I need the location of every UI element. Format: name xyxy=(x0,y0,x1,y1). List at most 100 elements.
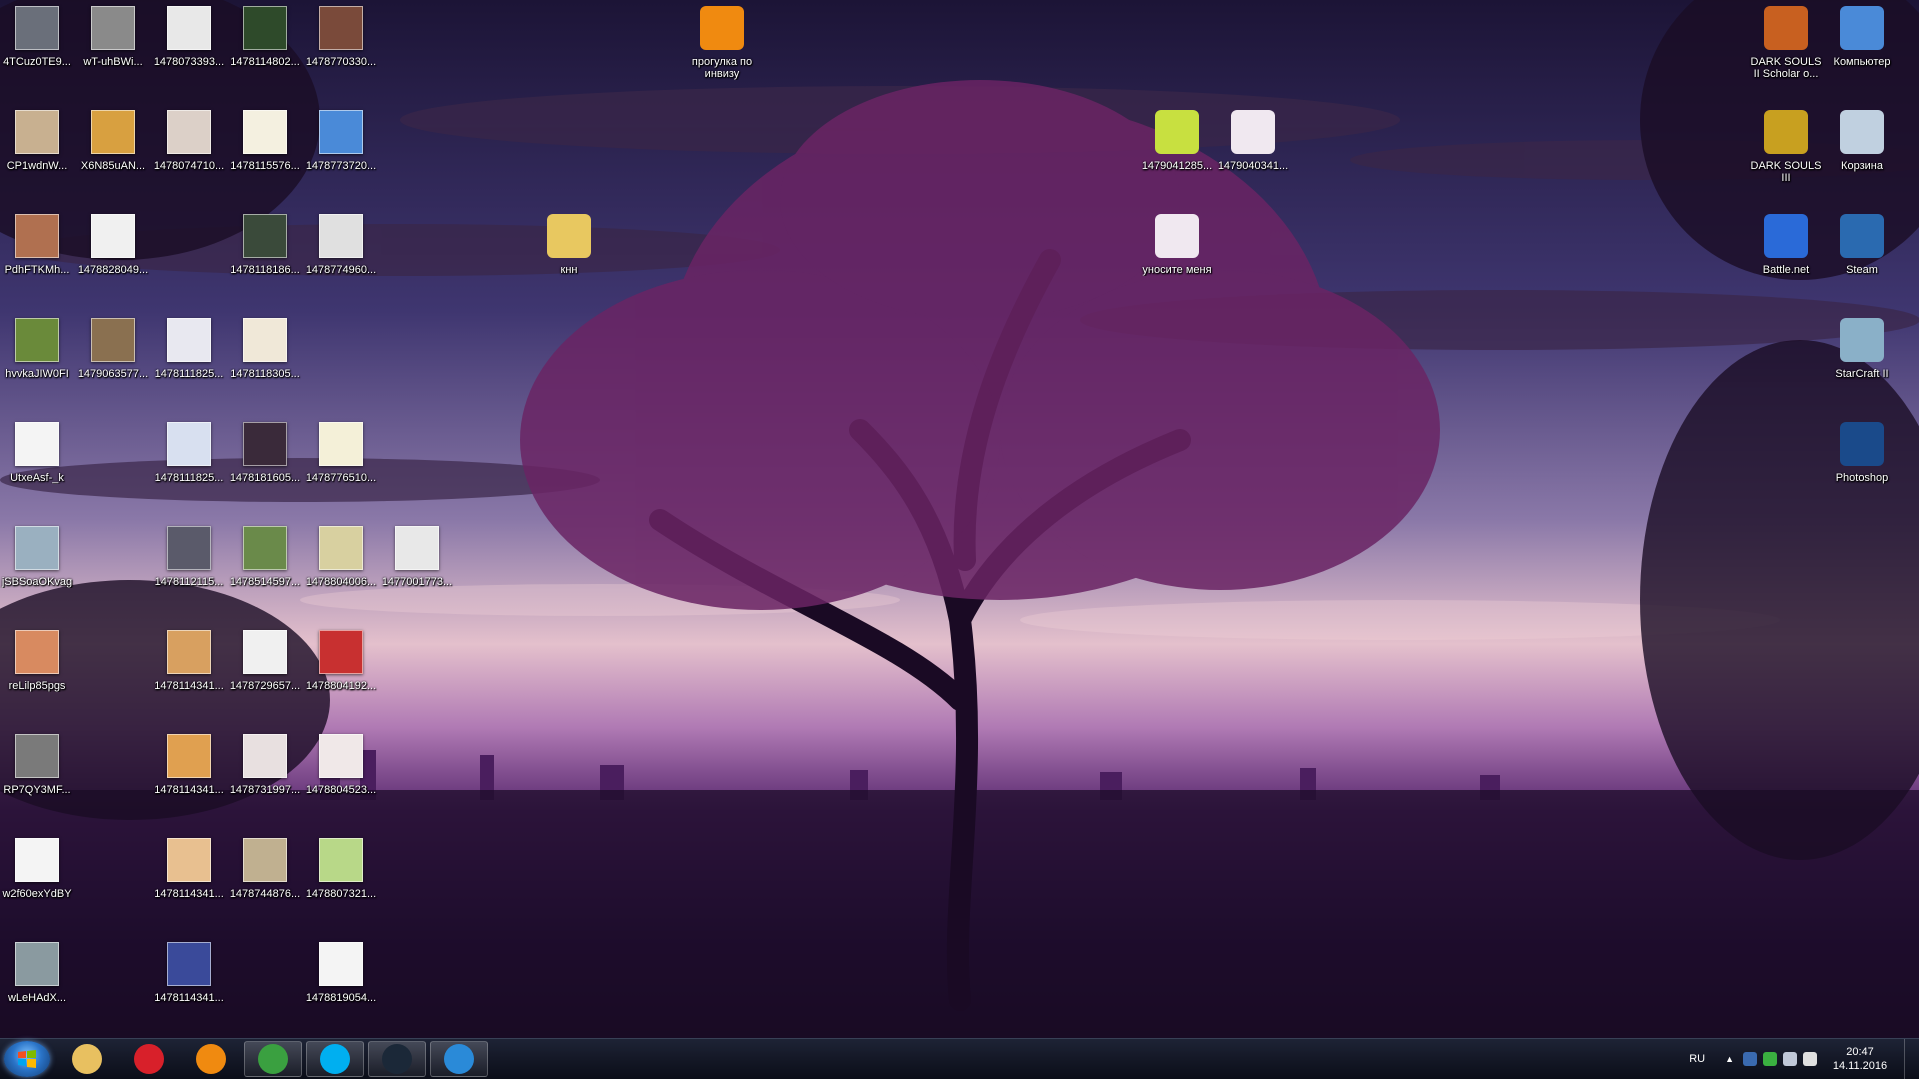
taskbar-chrome-button[interactable] xyxy=(244,1041,302,1077)
desktop-icon[interactable]: 1478073393... xyxy=(152,0,226,100)
desktop-icon[interactable]: 1478114341... xyxy=(152,936,226,1036)
desktop-icon-image xyxy=(243,838,287,882)
desktop-icon-label: 1478114341... xyxy=(154,784,224,796)
desktop-icon[interactable]: 1478514597... xyxy=(228,520,302,620)
desktop-icon[interactable]: 1478181605... xyxy=(228,416,302,516)
desktop-icon-label: DARK SOULS II Scholar o... xyxy=(1750,56,1822,80)
desktop-icon[interactable]: 1478114341... xyxy=(152,832,226,932)
desktop-icon-image xyxy=(243,6,287,50)
desktop-icon[interactable]: CP1wdnW... xyxy=(0,104,74,204)
desktop-icon[interactable]: 1478114341... xyxy=(152,728,226,828)
desktop-icon[interactable]: w2f60exYdBY xyxy=(0,832,74,932)
clock[interactable]: 20:47 14.11.2016 xyxy=(1830,1045,1890,1073)
desktop-icon[interactable]: 1478828049... xyxy=(76,208,150,308)
desktop-icon-image xyxy=(1764,110,1808,154)
desktop-icon[interactable]: 1478804006... xyxy=(304,520,378,620)
desktop-icon-image xyxy=(243,214,287,258)
desktop-icon[interactable]: 1478114341... xyxy=(152,624,226,724)
desktop-icon[interactable]: кнн xyxy=(532,208,606,308)
desktop-icon[interactable]: 1478729657... xyxy=(228,624,302,724)
desktop-icon-label: 1479063577... xyxy=(77,368,149,380)
desktop-icon[interactable]: 1478819054... xyxy=(304,936,378,1036)
desktop-icon-image xyxy=(700,6,744,50)
desktop-icon[interactable]: PdhFTKMh... xyxy=(0,208,74,308)
desktop-icon[interactable]: 1478115576... xyxy=(228,104,302,204)
volume-icon[interactable] xyxy=(1803,1052,1817,1066)
desktop-icon[interactable]: DARK SOULS II Scholar o... xyxy=(1749,0,1823,100)
taskbar-steam-button[interactable] xyxy=(368,1041,426,1077)
desktop-icon[interactable]: 4TCuz0TE9... xyxy=(0,0,74,100)
desktop-icon[interactable]: reLilp85pgs xyxy=(0,624,74,724)
desktop-icon-image xyxy=(243,630,287,674)
desktop-icon-label: 1478514597... xyxy=(229,576,301,588)
desktop-icon[interactable]: DARK SOULS III xyxy=(1749,104,1823,204)
desktop-icon[interactable]: StarCraft II xyxy=(1825,312,1899,412)
desktop-icon[interactable]: Компьютер xyxy=(1825,0,1899,100)
desktop-icon-label: 1477001773... xyxy=(381,576,453,588)
desktop-icon[interactable]: 1479041285... xyxy=(1140,104,1214,204)
desktop-icon-label: UtxeAsf-_k xyxy=(10,472,64,484)
desktop-icon-image xyxy=(319,734,363,778)
desktop-icon[interactable]: 1478731997... xyxy=(228,728,302,828)
desktop-icon[interactable]: 1478111825... xyxy=(152,416,226,516)
desktop-icon[interactable]: 1478804523... xyxy=(304,728,378,828)
desktop-icon[interactable]: hvvkaJIW0FI xyxy=(0,312,74,412)
desktop-icon[interactable]: 1478118305... xyxy=(228,312,302,412)
desktop-icon[interactable]: 1478111825... xyxy=(152,312,226,412)
desktop-icon[interactable]: 1478118186... xyxy=(228,208,302,308)
desktop-icon[interactable]: Steam xyxy=(1825,208,1899,308)
green-app-tray-icon[interactable] xyxy=(1763,1052,1777,1066)
desktop-icon[interactable]: 1478074710... xyxy=(152,104,226,204)
desktop-icon[interactable]: Photoshop xyxy=(1825,416,1899,516)
network-icon[interactable] xyxy=(1783,1052,1797,1066)
desktop-icon[interactable]: wLeHAdX... xyxy=(0,936,74,1036)
show-hidden-icons-icon[interactable]: ▲ xyxy=(1725,1054,1734,1064)
desktop-icon-label: 1478744876... xyxy=(229,888,301,900)
desktop-icon-image xyxy=(243,110,287,154)
desktop-icon-label: 1478828049... xyxy=(77,264,149,276)
start-button[interactable] xyxy=(4,1041,50,1077)
desktop-icon[interactable]: 1477001773... xyxy=(380,520,454,620)
steam-tray-icon[interactable] xyxy=(1743,1052,1757,1066)
desktop-icon-label: 1479040341... xyxy=(1217,160,1289,172)
desktop-icon-label: 1478115576... xyxy=(230,160,300,172)
desktop-icon-image xyxy=(1231,110,1275,154)
desktop-icon-image xyxy=(1764,6,1808,50)
desktop-icon[interactable]: 1478770330... xyxy=(304,0,378,100)
desktop-icon[interactable]: 1479040341... xyxy=(1216,104,1290,204)
desktop-icon-image xyxy=(319,838,363,882)
desktop-icon-label: 1478114341... xyxy=(154,992,224,1004)
desktop-icon[interactable]: 1478804192... xyxy=(304,624,378,724)
desktop-icon[interactable]: Battle.net xyxy=(1749,208,1823,308)
taskbar-opera-button[interactable] xyxy=(120,1041,178,1077)
desktop-icon[interactable]: Корзина xyxy=(1825,104,1899,204)
vlc-icon xyxy=(196,1044,226,1074)
desktop-icon[interactable]: wT-uhBWi... xyxy=(76,0,150,100)
taskbar-vlc-button[interactable] xyxy=(182,1041,240,1077)
desktop-icon[interactable]: 1478112115... xyxy=(152,520,226,620)
desktop-icon[interactable]: jSBSoaOKvag xyxy=(0,520,74,620)
desktop-icon[interactable]: 1478807321... xyxy=(304,832,378,932)
desktop-icon[interactable]: X6N85uAN... xyxy=(76,104,150,204)
desktop-icon-image xyxy=(1840,214,1884,258)
taskbar-explorer-button[interactable] xyxy=(58,1041,116,1077)
desktop-icon[interactable]: 1478776510... xyxy=(304,416,378,516)
taskbar-skype-button[interactable] xyxy=(306,1041,364,1077)
desktop-icon[interactable]: RP7QY3MF... xyxy=(0,728,74,828)
show-desktop-button[interactable] xyxy=(1904,1039,1919,1079)
desktop-icon[interactable]: 1479063577... xyxy=(76,312,150,412)
desktop-icon[interactable]: UtxeAsf-_k xyxy=(0,416,74,516)
language-indicator[interactable]: RU xyxy=(1689,1053,1705,1065)
desktop-icon[interactable]: 1478774960... xyxy=(304,208,378,308)
taskbar-battlenet-button[interactable] xyxy=(430,1041,488,1077)
desktop-icon-image xyxy=(1840,318,1884,362)
desktop-icon[interactable]: уносите меня xyxy=(1140,208,1214,308)
desktop-icon-image xyxy=(319,526,363,570)
desktop-icon[interactable]: 1478773720... xyxy=(304,104,378,204)
desktop-icon-label: 1478114341... xyxy=(154,888,224,900)
desktop-icon-image xyxy=(1764,214,1808,258)
desktop-icon-image xyxy=(91,6,135,50)
desktop-icon[interactable]: прогулка по инвизу xyxy=(685,0,759,100)
desktop-icon[interactable]: 1478114802... xyxy=(228,0,302,100)
desktop-icon[interactable]: 1478744876... xyxy=(228,832,302,932)
